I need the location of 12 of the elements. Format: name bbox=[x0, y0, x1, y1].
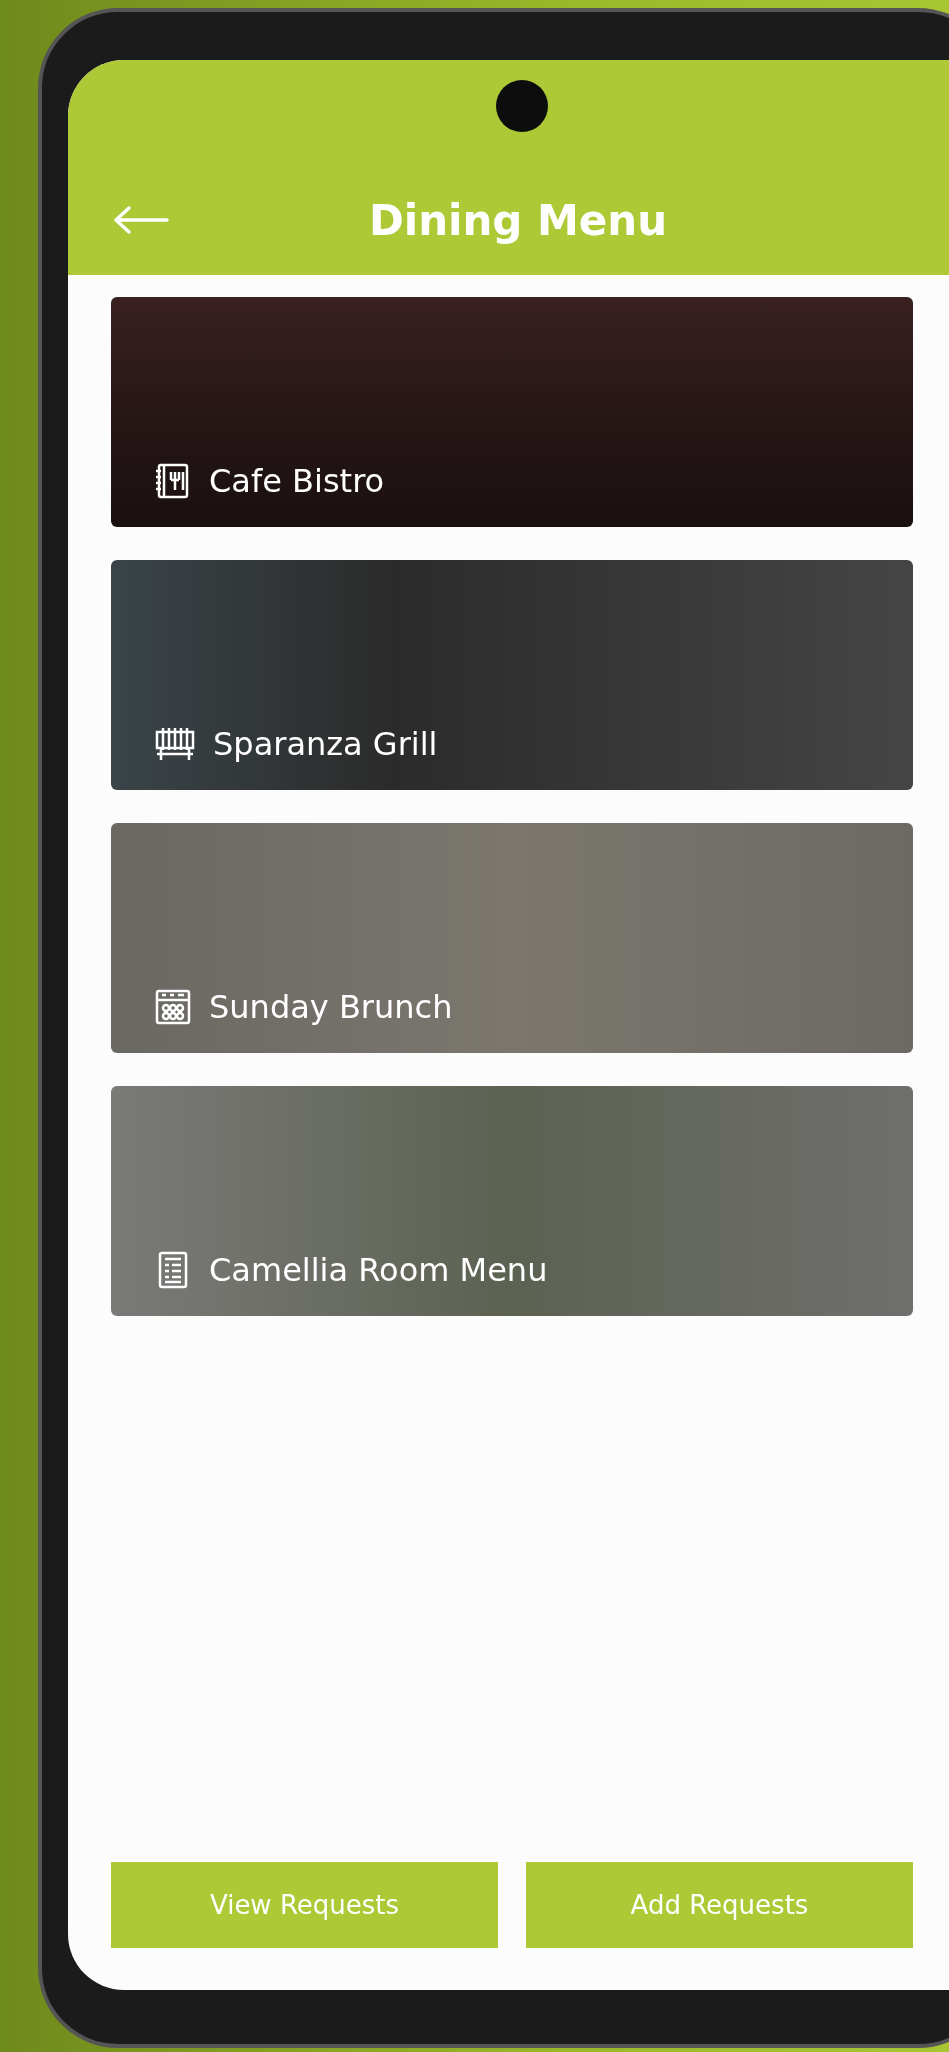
menu-card[interactable]: Sparanza Grill bbox=[111, 560, 913, 790]
page-title: Dining Menu bbox=[368, 195, 668, 245]
menu-title: Sparanza Grill bbox=[213, 725, 438, 763]
menu-card[interactable]: Camellia Room Menu bbox=[111, 1086, 913, 1316]
menu-card[interactable]: Cafe Bistro bbox=[111, 297, 913, 527]
back-arrow-icon[interactable] bbox=[113, 205, 169, 235]
menu-title: Camellia Room Menu bbox=[209, 1251, 548, 1289]
menu-card[interactable]: Sunday Brunch bbox=[111, 823, 913, 1053]
oven-icon bbox=[153, 987, 193, 1027]
camera-hole bbox=[496, 80, 548, 132]
menu-title: Sunday Brunch bbox=[209, 988, 453, 1026]
menu-title: Cafe Bistro bbox=[209, 462, 385, 500]
